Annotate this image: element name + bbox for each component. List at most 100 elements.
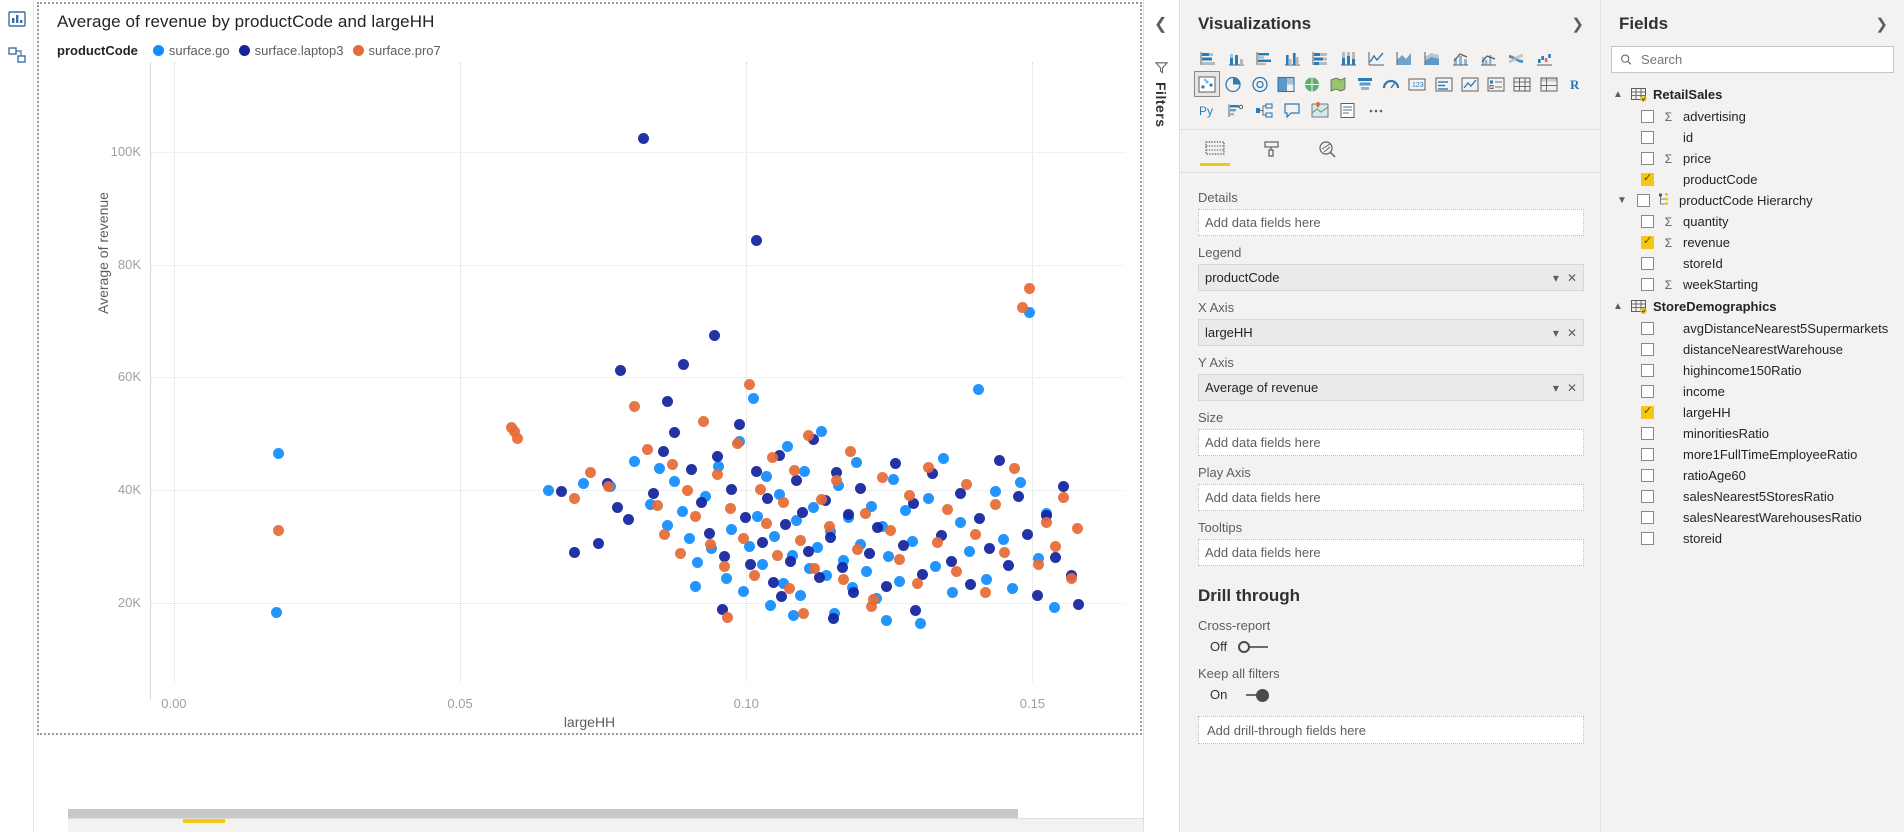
kpi-icon[interactable] [1457,71,1483,97]
scatter-point[interactable] [951,565,963,577]
field-checkbox[interactable] [1641,131,1654,144]
scatter-point[interactable] [653,463,665,475]
field-checkbox[interactable] [1641,322,1654,335]
well-details[interactable]: Add data fields here [1198,209,1584,236]
chevron-down-icon[interactable]: ▾ [1553,381,1559,395]
field-item-price[interactable]: Σprice [1601,148,1904,169]
cross-report-toggle[interactable] [1236,640,1270,654]
keep-all-filters-toggle[interactable] [1236,688,1270,702]
well-tooltips[interactable]: Add data fields here [1198,539,1584,566]
scatter-point[interactable] [726,484,738,496]
field-checkbox[interactable] [1641,278,1654,291]
scatter-point[interactable] [732,438,744,450]
scatter-point[interactable] [848,587,860,599]
scatter-point[interactable] [880,581,892,593]
gauge-icon[interactable] [1378,71,1404,97]
scatter-point[interactable] [720,573,732,585]
scatter-point[interactable] [1049,540,1061,552]
scatter-point[interactable] [764,599,776,611]
scatter-point[interactable] [942,504,954,516]
scatter-point[interactable] [743,379,755,391]
scatter-point[interactable] [712,451,724,463]
fields-tree[interactable]: ▲ RetailSales Σadvertising id Σprice productC… [1601,83,1904,549]
scatter-point[interactable] [842,508,854,520]
scatter-point[interactable] [812,542,824,554]
scatter-point[interactable] [667,458,679,470]
line-clustered-column-chart-icon[interactable] [1474,45,1502,71]
field-checkbox[interactable] [1641,532,1654,545]
slicer-icon[interactable] [1483,71,1509,97]
scatter-point[interactable] [629,401,641,413]
field-checkbox[interactable] [1641,469,1654,482]
scatter-point[interactable] [556,486,568,498]
scatter-point[interactable] [1016,301,1028,313]
table-icon[interactable] [1509,71,1535,97]
scatter-point[interactable] [796,506,808,518]
model-view-icon[interactable] [6,44,28,66]
scatter-point[interactable] [749,569,761,581]
scatter-point[interactable] [922,492,934,504]
scatter-point[interactable] [827,613,839,625]
scatter-point[interactable] [661,395,673,407]
scatter-point[interactable] [1049,551,1061,563]
scatter-point[interactable] [659,529,671,541]
field-item-income[interactable]: income [1601,381,1904,402]
scatter-point[interactable] [756,559,768,571]
scatter-point[interactable] [703,527,715,539]
scatter-point[interactable] [894,575,906,587]
scatter-point[interactable] [791,474,803,486]
field-item-minoritiesratio[interactable]: minoritiesRatio [1601,423,1904,444]
scatter-point[interactable] [652,500,664,512]
field-wells[interactable]: Details Add data fields here Legend product… [1180,173,1600,566]
scatter-point[interactable] [777,496,789,508]
field-item-productcode-hierarchy[interactable]: ▼ productCode Hierarchy [1601,190,1904,211]
pie-chart-icon[interactable] [1220,71,1246,97]
python-visual-icon[interactable]: Py [1194,97,1222,123]
stacked-column-chart-icon[interactable] [1222,45,1250,71]
chevron-right-icon[interactable]: ❯ [1875,15,1888,33]
canvas-horizontal-scrollbar[interactable] [68,809,1018,818]
scatter-point[interactable] [932,537,944,549]
scatter-point[interactable] [669,426,681,438]
scatter-point[interactable] [623,514,635,526]
scatter-point[interactable] [766,451,778,463]
scatter-point[interactable] [961,479,973,491]
scatter-point[interactable] [894,553,906,565]
scatter-point[interactable] [922,461,934,473]
scatter-point[interactable] [836,561,848,573]
scatter-point[interactable] [543,484,555,496]
field-checkbox[interactable] [1641,152,1654,165]
visualization-type-gallery[interactable]: 123 R Py [1180,42,1600,130]
paginated-report-icon[interactable] [1334,97,1362,123]
scatter-point[interactable] [929,561,941,573]
field-item-ratioage60[interactable]: ratioAge60 [1601,465,1904,486]
more-options-icon[interactable] [1362,97,1390,123]
scatter-point[interactable] [1041,516,1053,528]
scatter-point[interactable] [1032,559,1044,571]
scatter-point[interactable] [884,524,896,536]
scatter-point[interactable] [787,609,799,621]
well-y-axis[interactable]: Average of revenue ▾ ✕ [1198,374,1584,401]
arcgis-maps-icon[interactable] [1306,97,1334,123]
well-play-axis[interactable]: Add data fields here [1198,484,1584,511]
well-x-axis[interactable]: largeHH ▾ ✕ [1198,319,1584,346]
scatter-point[interactable] [722,611,734,623]
scatter-point[interactable] [785,555,797,567]
scrollbar-thumb[interactable] [68,809,1018,818]
visualizations-pane[interactable]: Visualizations ❯ 123 R Py Details Add data … [1179,0,1600,832]
field-checkbox[interactable] [1641,364,1654,377]
scatter-point[interactable] [760,517,772,529]
scatter-point[interactable] [789,464,801,476]
field-item-highincome150ratio[interactable]: highincome150Ratio [1601,360,1904,381]
scatter-point[interactable] [1048,602,1060,614]
scatter-point[interactable] [718,560,730,572]
field-checkbox[interactable] [1637,194,1650,207]
scatter-point[interactable] [751,465,763,477]
scatter-point[interactable] [898,539,910,551]
scatter-point[interactable] [690,581,702,593]
decomposition-tree-icon[interactable] [1250,97,1278,123]
scatter-point[interactable] [629,456,641,468]
scatter-point[interactable] [769,530,781,542]
scatter-point[interactable] [709,329,721,341]
field-checkbox[interactable] [1641,511,1654,524]
